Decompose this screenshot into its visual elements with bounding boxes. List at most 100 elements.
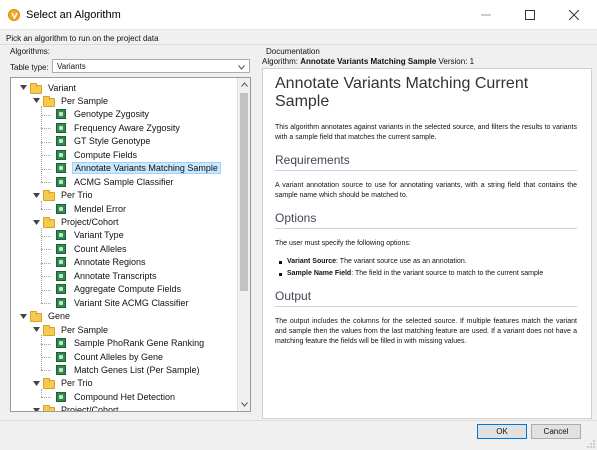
dialog-subtitle: Pick an algorithm to run on the project … — [6, 34, 159, 43]
algorithm-icon — [56, 203, 68, 214]
algorithm-tree[interactable]: Variant Per Sample Genotype Zygosity Freque… — [10, 77, 251, 412]
expand-arrow-icon[interactable] — [32, 380, 40, 386]
tree-connector-line — [41, 249, 51, 251]
tree-connector-line — [41, 262, 51, 264]
cancel-button[interactable]: Cancel — [531, 424, 581, 439]
tree-connector-line — [41, 335, 42, 371]
tree-item-label: Compute Fields — [74, 149, 138, 160]
tree-item-label: Annotate Variants Matching Sample — [72, 162, 221, 175]
expand-arrow-icon[interactable] — [19, 313, 27, 319]
folder-icon — [30, 82, 42, 94]
tree-item[interactable]: ACMG Sample Classifier — [45, 175, 176, 188]
tree-item-label: Gene — [48, 311, 71, 322]
scroll-down-button[interactable] — [238, 398, 250, 411]
tree-folder[interactable]: Project/Cohort — [32, 404, 121, 411]
documentation-label: Documentation — [266, 47, 320, 56]
resize-grip-icon[interactable] — [587, 440, 595, 448]
tree-item[interactable]: Compound Het Detection — [45, 390, 177, 403]
tree-item[interactable]: Genotype Zygosity — [45, 108, 151, 121]
maximize-button[interactable] — [508, 0, 552, 30]
algorithm-icon — [56, 364, 68, 375]
expand-arrow-icon[interactable] — [32, 98, 40, 104]
algorithms-label: Algorithms: — [10, 47, 51, 56]
tree-item[interactable]: Annotate Variants Matching Sample — [45, 162, 221, 175]
tree-item[interactable]: Annotate Regions — [45, 256, 148, 269]
tree-connector-line — [41, 343, 51, 345]
maximize-icon — [525, 10, 535, 20]
tree-item-label: Mendel Error — [74, 203, 127, 214]
tree-item-label: Sample PhoRank Gene Ranking — [74, 338, 205, 349]
algorithm-icon — [56, 338, 68, 349]
tree-connector-line — [41, 141, 51, 143]
folder-icon — [43, 324, 55, 336]
tree-item-label: Annotate Transcripts — [74, 270, 157, 281]
tree-folder[interactable]: Variant — [19, 81, 78, 94]
close-button[interactable] — [552, 0, 596, 30]
title-bar: Select an Algorithm — [0, 0, 597, 30]
folder-icon — [43, 190, 55, 202]
algorithm-icon — [56, 149, 68, 160]
tree-item[interactable]: Annotate Transcripts — [45, 269, 159, 282]
tree-item[interactable]: Frequency Aware Zygosity — [45, 121, 182, 134]
algorithm-icon — [56, 351, 68, 362]
tree-item[interactable]: Variant Type — [45, 229, 126, 242]
footer-divider — [0, 420, 597, 421]
tree-connector-line — [41, 209, 51, 211]
pane-splitter[interactable] — [256, 47, 259, 412]
ok-button[interactable]: OK — [477, 424, 527, 439]
tree-item[interactable]: Count Alleles by Gene — [45, 350, 165, 363]
tree-folder[interactable]: Per Sample — [32, 323, 110, 336]
tree-folder[interactable]: Gene — [19, 310, 72, 323]
tree-item[interactable]: Compute Fields — [45, 148, 139, 161]
table-type-value: Variants — [57, 62, 86, 71]
scroll-up-button[interactable] — [238, 78, 250, 91]
tree-item-label: Count Alleles — [74, 243, 127, 254]
algorithm-header: Algorithm: Annotate Variants Matching Sa… — [262, 57, 474, 66]
tree-item[interactable]: Count Alleles — [45, 242, 129, 255]
tree-connector-line — [41, 235, 51, 237]
algorithm-icon — [56, 257, 68, 268]
tree-connector-line — [41, 357, 51, 358]
output-text: The output includes the columns for the … — [275, 318, 577, 345]
tree-folder[interactable]: Per Sample — [32, 94, 110, 107]
tree-item-label: Frequency Aware Zygosity — [74, 122, 180, 133]
options-text: The user must specify the following opti… — [275, 240, 411, 247]
expand-arrow-icon[interactable] — [32, 327, 40, 333]
tree-connector-line — [41, 128, 51, 130]
tree-item[interactable]: Aggregate Compute Fields — [45, 283, 183, 296]
tree-scrollbar[interactable] — [237, 78, 250, 411]
tree-connector-line — [41, 182, 51, 184]
tree-item[interactable]: Variant Site ACMG Classifier — [45, 296, 190, 309]
tree-connector-line — [41, 155, 51, 157]
tree-item-label: Match Genes List (Per Sample) — [74, 364, 200, 375]
algorithm-name: Annotate Variants Matching Sample — [300, 57, 437, 66]
expand-arrow-icon[interactable] — [19, 85, 27, 90]
folder-icon — [30, 311, 42, 323]
tree-item[interactable]: Match Genes List (Per Sample) — [45, 363, 202, 376]
tree-connector-line — [41, 370, 51, 372]
expand-arrow-icon[interactable] — [32, 219, 40, 225]
tree-item[interactable]: Mendel Error — [45, 202, 128, 215]
option-item: Sample Name Field: The field in the vari… — [279, 269, 577, 279]
output-heading: Output — [275, 289, 577, 307]
scroll-thumb[interactable] — [240, 93, 248, 291]
tree-connector-line — [41, 303, 51, 305]
tree-item[interactable]: GT Style Genotype — [45, 135, 152, 148]
documentation-panel[interactable]: Annotate Variants Matching Current Sampl… — [262, 68, 592, 419]
expand-arrow-icon[interactable] — [32, 407, 40, 411]
tree-item-label: Per Trio — [61, 190, 93, 201]
minimize-icon — [481, 14, 491, 16]
tree-folder[interactable]: Project/Cohort — [32, 216, 121, 229]
tree-item-label: Compound Het Detection — [74, 391, 176, 402]
table-type-select[interactable]: Variants — [52, 59, 250, 73]
tree-item-label: GT Style Genotype — [74, 136, 151, 147]
folder-icon — [43, 378, 55, 390]
minimize-button[interactable] — [464, 0, 508, 30]
algorithm-icon — [56, 270, 68, 281]
option-item: Variant Source: The variant source use a… — [279, 257, 577, 267]
algorithm-icon — [56, 163, 68, 174]
tree-item[interactable]: Sample PhoRank Gene Ranking — [45, 337, 206, 350]
chevron-down-icon — [238, 63, 245, 72]
tree-connector-line — [41, 289, 51, 291]
expand-arrow-icon[interactable] — [32, 192, 40, 198]
